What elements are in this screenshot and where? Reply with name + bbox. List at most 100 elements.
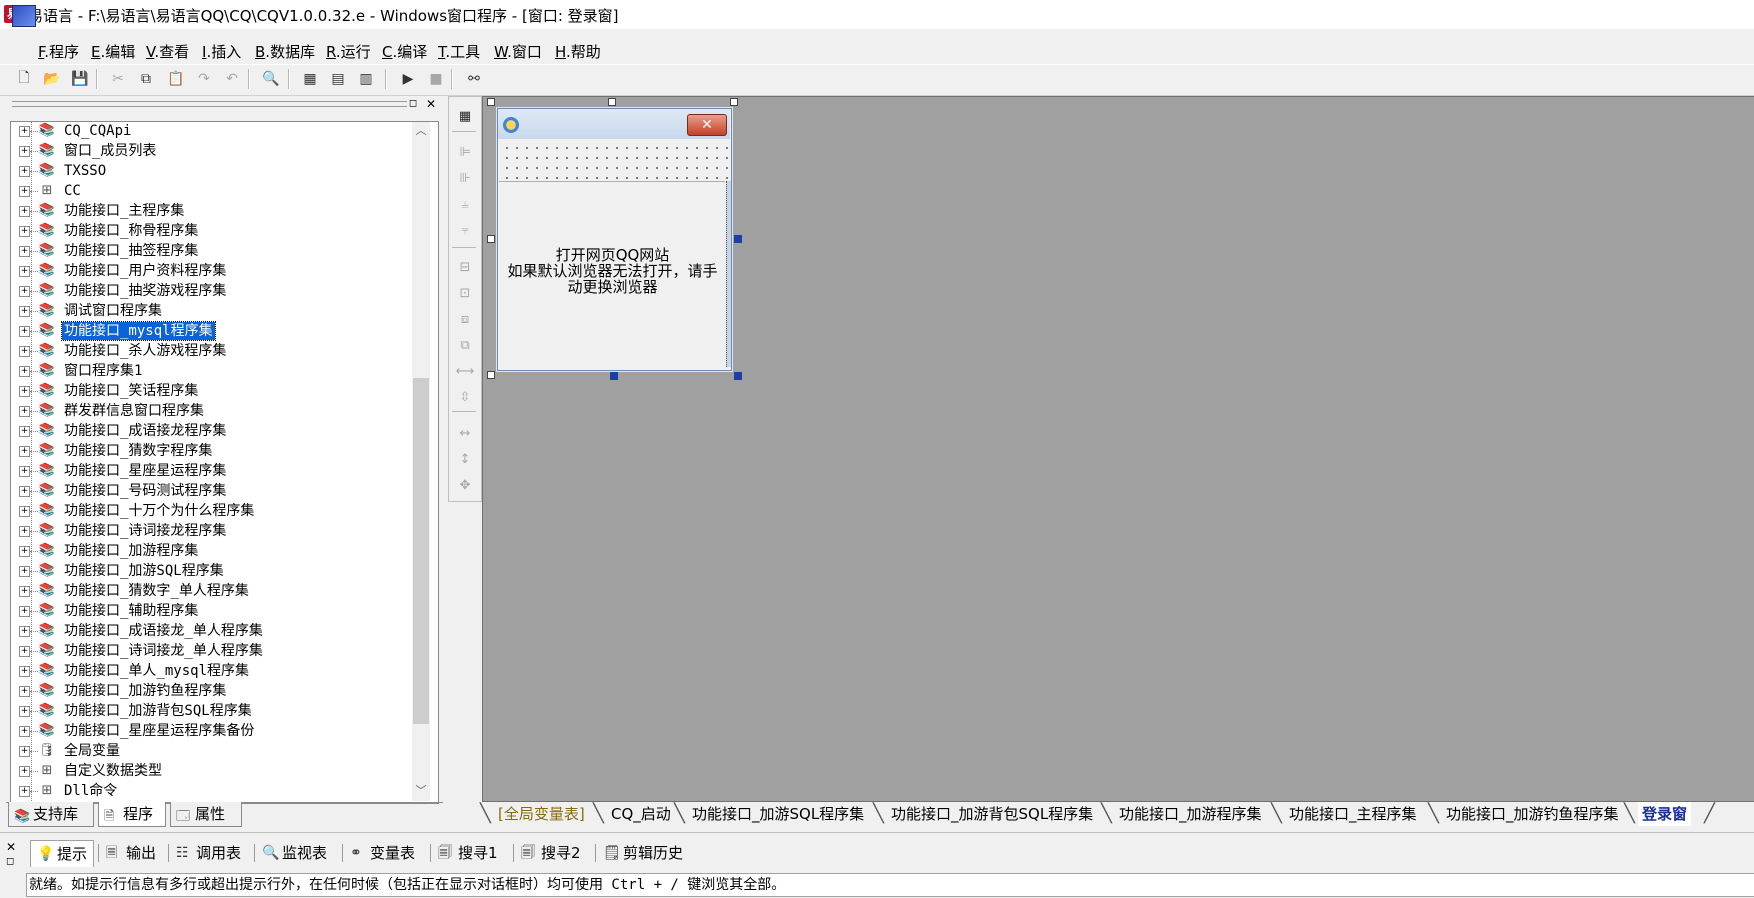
tree-item[interactable]: + 📚 功能接口_辅助程序集: [11, 601, 411, 621]
output-close-icon[interactable]: ✕: [6, 840, 16, 854]
tree-item[interactable]: + 📚 功能接口_主程序集: [11, 201, 411, 221]
tab-order-icon[interactable]: ▦: [455, 107, 475, 127]
same-size-icon[interactable]: ✥: [455, 476, 475, 496]
open-folder-icon[interactable]: 📂: [41, 68, 63, 90]
expand-icon[interactable]: +: [19, 566, 30, 577]
output-pin-icon[interactable]: ◻: [6, 856, 14, 867]
tree-item[interactable]: + 📚 功能接口_单人_mysql程序集: [11, 661, 411, 681]
paste-icon[interactable]: 📋: [165, 68, 187, 90]
panel-tab-properties[interactable]: 🗔 属性: [170, 802, 242, 827]
resize-handle[interactable]: [487, 98, 495, 106]
tree-item[interactable]: + 📚 功能接口_称骨程序集: [11, 221, 411, 241]
tree-item[interactable]: + 📚 功能接口_十万个为什么程序集: [11, 501, 411, 521]
resize-handle[interactable]: [487, 371, 495, 379]
menu-c[interactable]: C.编译: [382, 41, 427, 62]
expand-icon[interactable]: +: [19, 766, 30, 777]
align-bottom-icon[interactable]: ⫧: [455, 221, 475, 241]
expand-icon[interactable]: +: [19, 266, 30, 277]
document-tab[interactable]: 功能接口_加游SQL程序集: [688, 802, 868, 826]
form-grid-area[interactable]: [499, 140, 729, 180]
tree-item[interactable]: + 📚 功能接口_加游程序集: [11, 541, 411, 561]
expand-icon[interactable]: +: [19, 526, 30, 537]
tree-item[interactable]: + 📚 功能接口_号码测试程序集: [11, 481, 411, 501]
tree-item[interactable]: + 📚 功能接口_加游背包SQL程序集: [11, 701, 411, 721]
expand-icon[interactable]: +: [19, 366, 30, 377]
layout-3-icon[interactable]: ▥: [355, 68, 377, 90]
output-tab[interactable]: ☷ 调用表: [170, 840, 247, 866]
align-middle-icon[interactable]: ⧈: [455, 310, 475, 330]
align-center-icon[interactable]: ⊪: [455, 169, 475, 189]
panel-gripper[interactable]: [12, 101, 407, 107]
expand-icon[interactable]: +: [19, 466, 30, 477]
expand-icon[interactable]: +: [19, 606, 30, 617]
tree-item[interactable]: + 📚 功能接口_成语接龙程序集: [11, 421, 411, 441]
tree-item[interactable]: + 📚 群发群信息窗口程序集: [11, 401, 411, 421]
resize-handle[interactable]: [487, 235, 495, 243]
expand-icon[interactable]: +: [19, 786, 30, 797]
scroll-down-icon[interactable]: ﹀: [412, 782, 430, 800]
align-left-icon[interactable]: ⊫: [455, 143, 475, 163]
tree-item[interactable]: + 📚 功能接口_诗词接龙程序集: [11, 521, 411, 541]
panel-close-icon[interactable]: ✕: [424, 98, 438, 110]
output-tab[interactable]: 🗒 剪辑历史: [597, 840, 689, 866]
center-horizontal-icon[interactable]: ⊟: [455, 258, 475, 278]
output-tab[interactable]: 🗐 搜寻1: [432, 840, 504, 866]
document-tab[interactable]: 登录窗: [1638, 802, 1692, 826]
output-tab[interactable]: 🔍 监视表: [256, 840, 333, 866]
output-tab[interactable]: 🗐 搜寻2: [515, 840, 587, 866]
expand-icon[interactable]: +: [19, 586, 30, 597]
expand-icon[interactable]: +: [19, 126, 30, 137]
expand-icon[interactable]: +: [19, 726, 30, 737]
save-icon[interactable]: 💾: [69, 68, 91, 90]
binoculars-icon[interactable]: ⚯: [463, 68, 485, 90]
expand-icon[interactable]: +: [19, 746, 30, 757]
document-logo-icon[interactable]: [12, 5, 36, 27]
expand-icon[interactable]: +: [19, 646, 30, 657]
expand-icon[interactable]: +: [19, 386, 30, 397]
resize-handle[interactable]: [730, 98, 738, 106]
scrollbar-thumb[interactable]: [413, 378, 429, 724]
menu-i[interactable]: I.插入: [202, 41, 241, 62]
tree-item[interactable]: + ⊞ CC: [11, 181, 411, 201]
expand-icon[interactable]: +: [19, 506, 30, 517]
distribute-icon[interactable]: ⧉: [455, 336, 475, 356]
expand-icon[interactable]: +: [19, 326, 30, 337]
tree-item[interactable]: + 📚 功能接口_笑话程序集: [11, 381, 411, 401]
expand-icon[interactable]: +: [19, 686, 30, 697]
expand-icon[interactable]: +: [19, 246, 30, 257]
space-vertical-icon[interactable]: ⇳: [455, 388, 475, 408]
document-tab[interactable]: CQ_启动: [607, 802, 675, 826]
expand-icon[interactable]: +: [19, 286, 30, 297]
document-tab[interactable]: 功能接口_加游背包SQL程序集: [887, 802, 1097, 826]
find-icon[interactable]: 🔍: [260, 68, 282, 90]
tree-item[interactable]: + 📚 功能接口_抽奖游戏程序集: [11, 281, 411, 301]
tree-item[interactable]: + 🛢 全局变量: [11, 741, 411, 761]
space-horizontal-icon[interactable]: ⟷: [455, 362, 475, 382]
tree-item[interactable]: + 📚 功能接口_猜数字程序集: [11, 441, 411, 461]
center-vertical-icon[interactable]: ⊡: [455, 284, 475, 304]
scroll-up-icon[interactable]: ︿: [412, 122, 430, 140]
resize-handle[interactable]: [610, 372, 618, 380]
layout-1-icon[interactable]: ▦: [299, 68, 321, 90]
document-tab[interactable]: [全局变量表]: [494, 802, 589, 826]
undo-icon[interactable]: ↶: [221, 68, 243, 90]
panel-tab-program[interactable]: 🗎 程序: [98, 802, 166, 827]
tree-item[interactable]: + ⊞ 自定义数据类型: [11, 761, 411, 781]
output-tab[interactable]: 💡 提示: [30, 840, 95, 867]
expand-icon[interactable]: +: [19, 666, 30, 677]
output-tab[interactable]: 🗏 输出: [100, 840, 162, 866]
resize-handle[interactable]: [734, 372, 742, 380]
form-close-button[interactable]: ✕: [687, 114, 727, 136]
run-icon[interactable]: ▶: [397, 68, 419, 90]
expand-icon[interactable]: +: [19, 546, 30, 557]
tree-item[interactable]: + 📚 窗口_成员列表: [11, 141, 411, 161]
tree-item[interactable]: + 📚 TXSSO: [11, 161, 411, 181]
expand-icon[interactable]: +: [19, 186, 30, 197]
tree-item[interactable]: + 📚 功能接口_杀人游戏程序集: [11, 341, 411, 361]
output-tab[interactable]: ⚭ 变量表: [344, 840, 421, 866]
expand-icon[interactable]: +: [19, 486, 30, 497]
panel-tab-library[interactable]: 📚 支持库: [8, 802, 94, 827]
menu-r[interactable]: R.运行: [326, 41, 371, 62]
expand-icon[interactable]: +: [19, 226, 30, 237]
tree-item[interactable]: + 📚 功能接口_mysql程序集: [11, 321, 411, 341]
